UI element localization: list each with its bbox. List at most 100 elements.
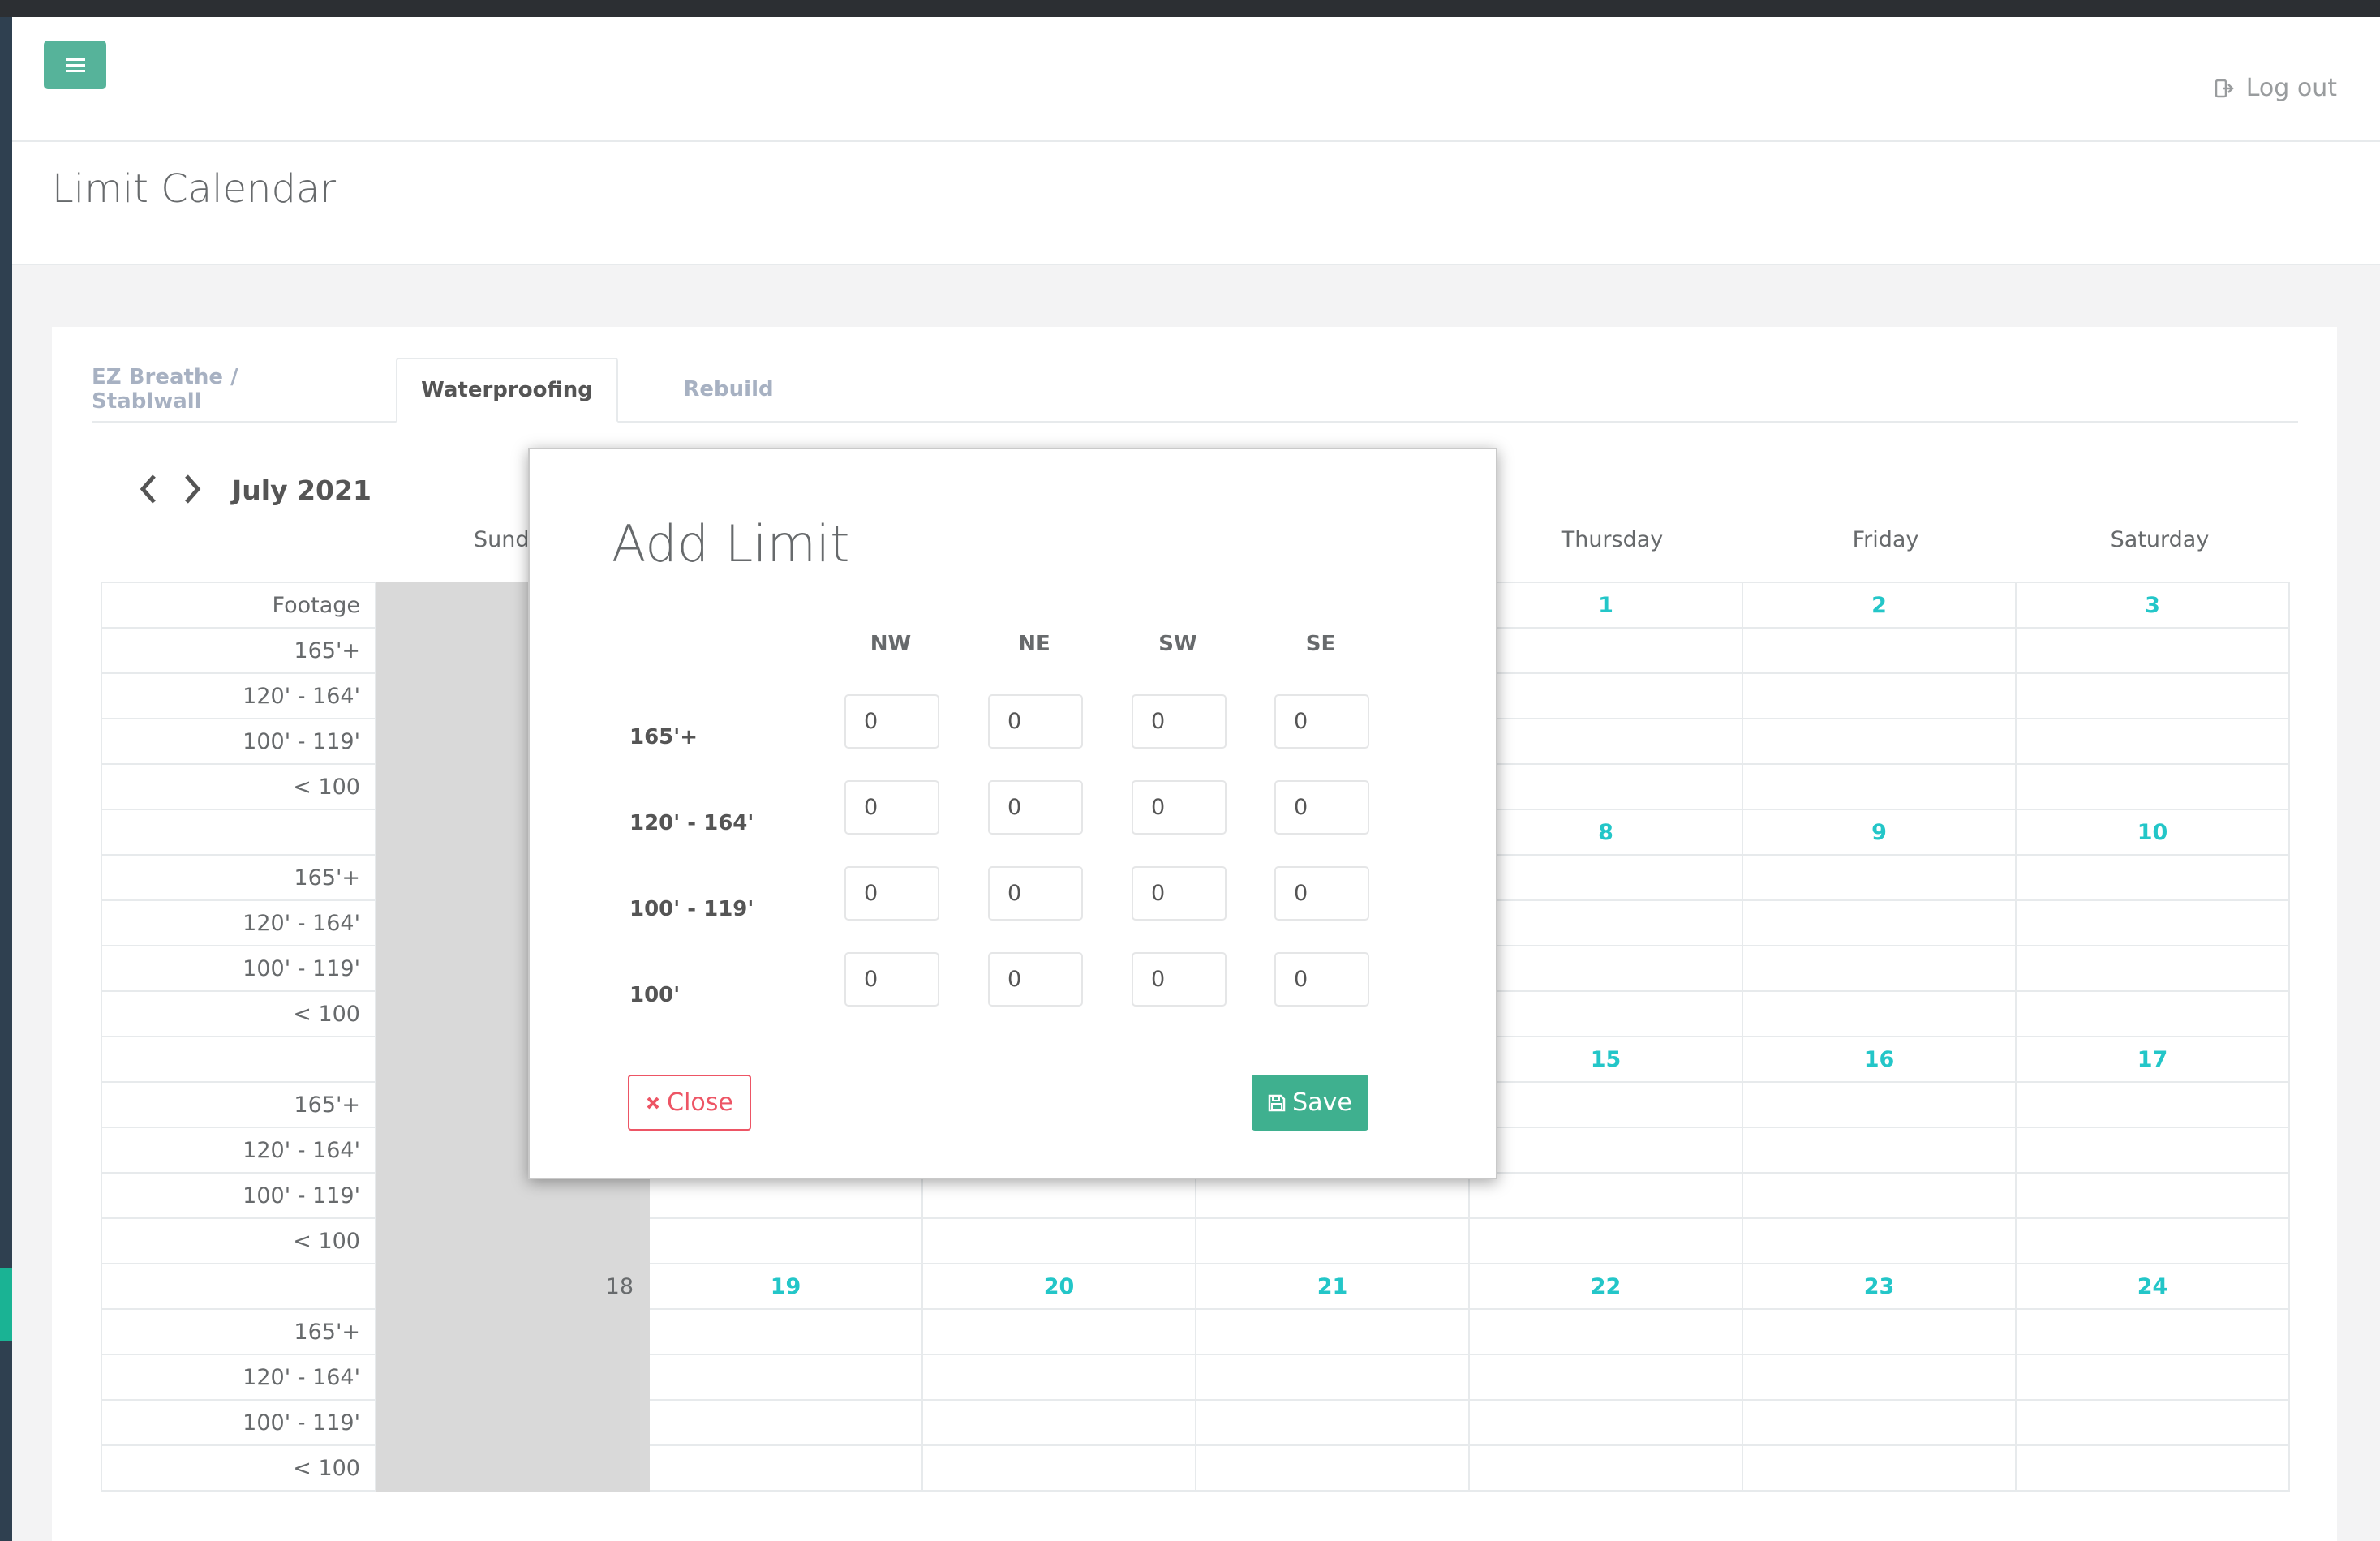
limit-input-100-119-sw[interactable]: [1132, 866, 1227, 921]
tab-rebuild[interactable]: Rebuild: [651, 358, 806, 421]
limit-input-100-nw[interactable]: [844, 952, 939, 1007]
limit-cell[interactable]: [2015, 899, 2290, 946]
calendar-day-cell[interactable]: 18: [375, 1263, 650, 1310]
limit-cell[interactable]: [375, 1217, 650, 1264]
limit-input-100-119-ne[interactable]: [988, 866, 1083, 921]
limit-cell[interactable]: [2015, 763, 2290, 810]
calendar-day-cell[interactable]: 1: [1468, 582, 1743, 629]
limit-input-165-nw[interactable]: [844, 694, 939, 749]
calendar-day-cell[interactable]: 3: [2015, 582, 2290, 629]
limit-cell[interactable]: [1742, 1354, 2017, 1401]
limit-cell[interactable]: [1468, 854, 1743, 901]
limit-input-100-sw[interactable]: [1132, 952, 1227, 1007]
limit-cell[interactable]: [1468, 1127, 1743, 1174]
limit-cell[interactable]: [1195, 1172, 1470, 1219]
limit-cell[interactable]: [2015, 1444, 2290, 1492]
limit-cell[interactable]: [1742, 990, 2017, 1037]
limit-cell[interactable]: [1468, 627, 1743, 674]
tab-ez-breathe[interactable]: EZ Breathe / Stablwall: [92, 358, 335, 421]
limit-cell[interactable]: [2015, 1354, 2290, 1401]
limit-input-100-ne[interactable]: [988, 952, 1083, 1007]
limit-cell[interactable]: [1468, 1354, 1743, 1401]
limit-cell[interactable]: [1742, 1399, 2017, 1446]
limit-cell[interactable]: [921, 1172, 1196, 1219]
logout-link[interactable]: Log out: [2215, 74, 2337, 102]
limit-cell[interactable]: [2015, 990, 2290, 1037]
limit-cell[interactable]: [1742, 1172, 2017, 1219]
limit-cell[interactable]: [375, 1399, 650, 1446]
limit-cell[interactable]: [1468, 1081, 1743, 1128]
limit-cell[interactable]: [1742, 899, 2017, 946]
limit-cell[interactable]: [921, 1217, 1196, 1264]
limit-cell[interactable]: [1468, 1308, 1743, 1355]
limit-cell[interactable]: [1468, 990, 1743, 1037]
calendar-day-cell[interactable]: 16: [1742, 1036, 2017, 1083]
limit-cell[interactable]: [1742, 945, 2017, 992]
limit-cell[interactable]: [1742, 672, 2017, 719]
limit-input-165-ne[interactable]: [988, 694, 1083, 749]
limit-cell[interactable]: [648, 1354, 923, 1401]
calendar-day-cell[interactable]: 19: [648, 1263, 923, 1310]
limit-cell[interactable]: [1742, 1308, 2017, 1355]
limit-cell[interactable]: [1742, 1127, 2017, 1174]
close-button[interactable]: Close: [628, 1075, 751, 1131]
limit-cell[interactable]: [1195, 1399, 1470, 1446]
limit-input-120-ne[interactable]: [988, 780, 1083, 835]
calendar-day-cell[interactable]: 21: [1195, 1263, 1470, 1310]
limit-cell[interactable]: [375, 1308, 650, 1355]
calendar-day-cell[interactable]: 10: [2015, 809, 2290, 856]
menu-toggle-button[interactable]: [44, 41, 106, 89]
limit-input-120-nw[interactable]: [844, 780, 939, 835]
limit-cell[interactable]: [648, 1308, 923, 1355]
limit-cell[interactable]: [2015, 627, 2290, 674]
limit-cell[interactable]: [1468, 1444, 1743, 1492]
limit-cell[interactable]: [1468, 1399, 1743, 1446]
limit-cell[interactable]: [375, 1354, 650, 1401]
limit-input-165-se[interactable]: [1274, 694, 1369, 749]
limit-cell[interactable]: [1468, 672, 1743, 719]
save-button[interactable]: Save: [1252, 1075, 1368, 1131]
limit-cell[interactable]: [1742, 627, 2017, 674]
limit-cell[interactable]: [2015, 672, 2290, 719]
limit-cell[interactable]: [1468, 899, 1743, 946]
calendar-day-cell[interactable]: 15: [1468, 1036, 1743, 1083]
calendar-day-cell[interactable]: 24: [2015, 1263, 2290, 1310]
limit-cell[interactable]: [2015, 1081, 2290, 1128]
limit-cell[interactable]: [1742, 854, 2017, 901]
limit-cell[interactable]: [1742, 1444, 2017, 1492]
limit-cell[interactable]: [2015, 854, 2290, 901]
limit-cell[interactable]: [1742, 1217, 2017, 1264]
limit-cell[interactable]: [1468, 945, 1743, 992]
tab-waterproofing[interactable]: Waterproofing: [396, 358, 618, 423]
limit-cell[interactable]: [375, 1172, 650, 1219]
calendar-day-cell[interactable]: 8: [1468, 809, 1743, 856]
limit-cell[interactable]: [2015, 718, 2290, 765]
calendar-day-cell[interactable]: 9: [1742, 809, 2017, 856]
limit-cell[interactable]: [648, 1217, 923, 1264]
limit-cell[interactable]: [2015, 945, 2290, 992]
calendar-day-cell[interactable]: 23: [1742, 1263, 2017, 1310]
chevron-right-icon[interactable]: [182, 473, 204, 505]
limit-cell[interactable]: [2015, 1172, 2290, 1219]
limit-cell[interactable]: [648, 1399, 923, 1446]
limit-cell[interactable]: [2015, 1399, 2290, 1446]
chevron-left-icon[interactable]: [136, 473, 159, 505]
limit-cell[interactable]: [1195, 1308, 1470, 1355]
limit-input-100-119-nw[interactable]: [844, 866, 939, 921]
calendar-day-cell[interactable]: 22: [1468, 1263, 1743, 1310]
limit-cell[interactable]: [2015, 1308, 2290, 1355]
limit-cell[interactable]: [1195, 1354, 1470, 1401]
calendar-day-cell[interactable]: 20: [921, 1263, 1196, 1310]
limit-cell[interactable]: [1468, 763, 1743, 810]
limit-cell[interactable]: [921, 1308, 1196, 1355]
limit-input-100-119-se[interactable]: [1274, 866, 1369, 921]
limit-cell[interactable]: [1742, 763, 2017, 810]
limit-cell[interactable]: [2015, 1127, 2290, 1174]
limit-cell[interactable]: [921, 1444, 1196, 1492]
limit-cell[interactable]: [648, 1444, 923, 1492]
limit-input-120-sw[interactable]: [1132, 780, 1227, 835]
limit-input-120-se[interactable]: [1274, 780, 1369, 835]
limit-cell[interactable]: [375, 1444, 650, 1492]
limit-input-165-sw[interactable]: [1132, 694, 1227, 749]
limit-cell[interactable]: [1468, 1217, 1743, 1264]
